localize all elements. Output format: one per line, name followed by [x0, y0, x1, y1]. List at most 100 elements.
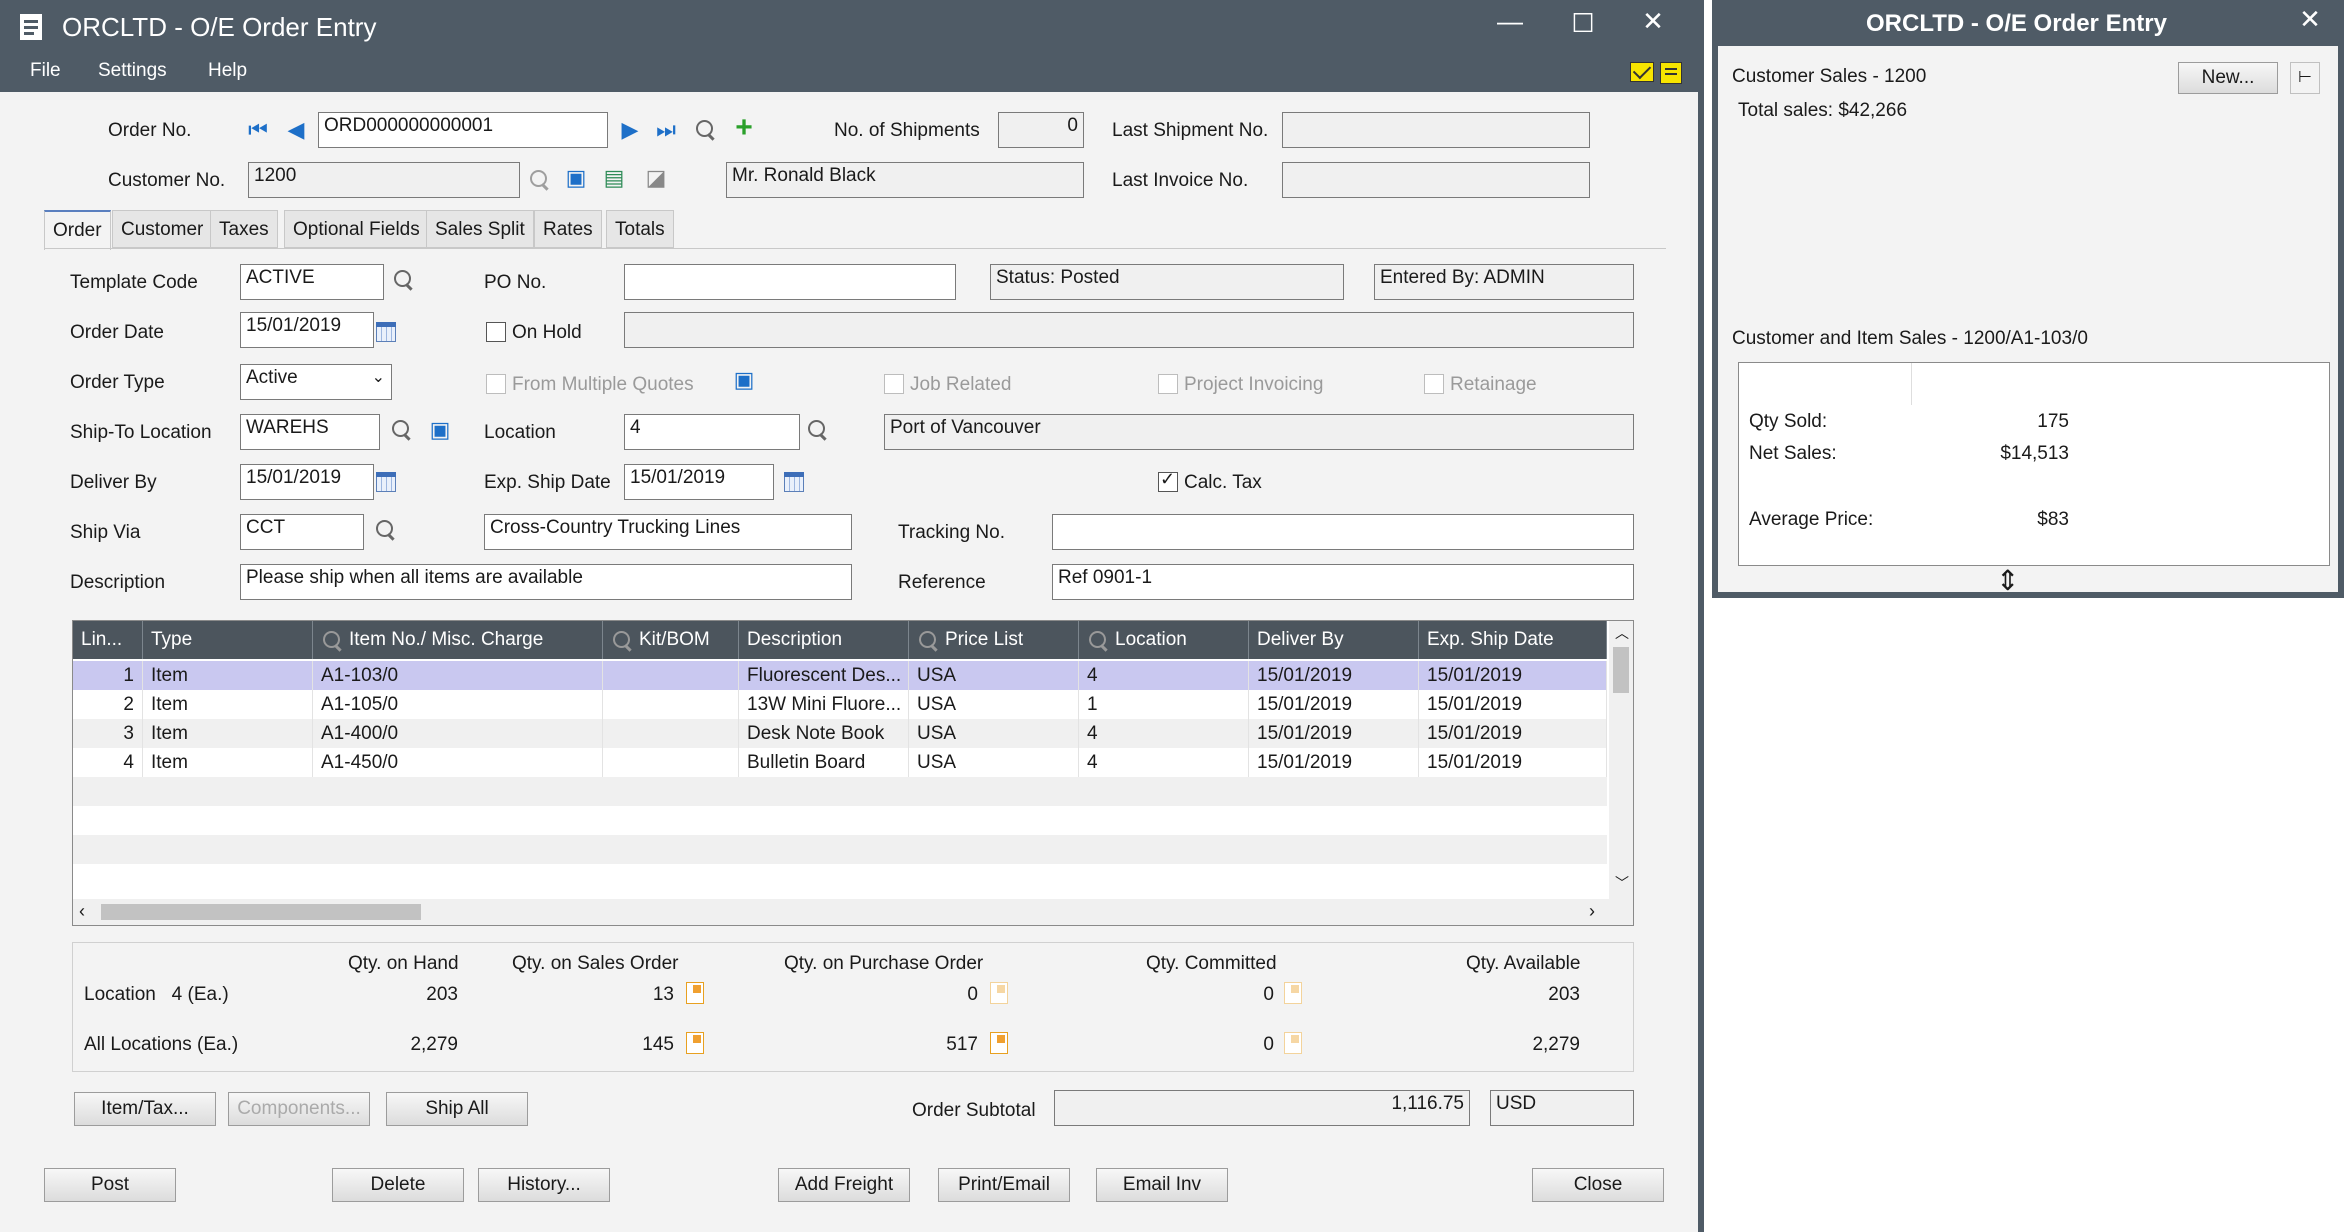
- order-date-input[interactable]: 15/01/2019: [240, 312, 374, 348]
- ship-via-search-icon[interactable]: [374, 518, 398, 542]
- order-finder-search-icon[interactable]: [694, 118, 718, 142]
- item-search-icon[interactable]: [321, 629, 345, 653]
- ship-via-input[interactable]: CCT: [240, 514, 364, 550]
- ship-all-button[interactable]: Ship All: [386, 1092, 528, 1126]
- menu-settings[interactable]: Settings: [98, 60, 167, 82]
- ship-to-search-icon[interactable]: [390, 418, 414, 442]
- new-order-plus-icon[interactable]: +: [732, 113, 756, 143]
- tab-order[interactable]: Order: [44, 210, 111, 250]
- close-button[interactable]: Close: [1532, 1168, 1664, 1202]
- menu-help[interactable]: Help: [208, 60, 247, 82]
- table-row[interactable]: 2 Item A1-105/0 13W Mini Fluore... USA 1…: [73, 690, 1607, 719]
- retainage-checkbox[interactable]: [1424, 374, 1444, 394]
- tab-sales-split[interactable]: Sales Split: [426, 210, 534, 248]
- order-date-calendar-icon[interactable]: [376, 322, 396, 342]
- side-close-icon[interactable]: ✕: [2290, 4, 2330, 35]
- delete-button[interactable]: Delete: [332, 1168, 464, 1202]
- column-header-location[interactable]: Location: [1079, 621, 1249, 659]
- ship-via-description-field[interactable]: Cross-Country Trucking Lines: [484, 514, 852, 550]
- scroll-right-icon[interactable]: ›: [1589, 901, 1595, 922]
- table-row[interactable]: 4 Item A1-450/0 Bulletin Board USA 4 15/…: [73, 748, 1607, 777]
- calc-tax-checkbox[interactable]: ✓: [1158, 469, 1178, 492]
- close-icon[interactable]: ✕: [1633, 6, 1673, 37]
- tab-customer[interactable]: Customer: [112, 210, 213, 248]
- description-input[interactable]: Please ship when all items are available: [240, 564, 852, 600]
- minimize-icon[interactable]: —: [1490, 6, 1530, 37]
- horizontal-scrollbar[interactable]: ‹ ›: [73, 899, 1633, 925]
- tab-rates[interactable]: Rates: [534, 210, 602, 248]
- exp-ship-input[interactable]: 15/01/2019: [624, 464, 774, 500]
- column-header-line[interactable]: Lin...: [73, 621, 143, 659]
- scroll-up-icon[interactable]: ︿: [1615, 623, 1629, 643]
- detail-grid[interactable]: Lin... Type Item No./ Misc. Charge Kit/B…: [72, 620, 1634, 926]
- print-email-button[interactable]: Print/Email: [938, 1168, 1070, 1202]
- vertical-scroll-thumb[interactable]: [1613, 647, 1629, 693]
- tab-optional-fields[interactable]: Optional Fields: [284, 210, 429, 248]
- column-header-item[interactable]: Item No./ Misc. Charge: [313, 621, 603, 659]
- menu-file[interactable]: File: [30, 60, 61, 82]
- ship-to-input[interactable]: WAREHS: [240, 414, 380, 450]
- customer-no-input[interactable]: 1200: [248, 162, 520, 198]
- template-search-icon[interactable]: [392, 268, 416, 292]
- first-record-icon[interactable]: ⏮: [246, 118, 270, 142]
- all-purchase-order-note-icon[interactable]: [990, 1032, 1008, 1054]
- customer-book-icon[interactable]: ▤: [602, 166, 626, 190]
- mail-icon[interactable]: [1630, 60, 1654, 82]
- add-freight-button[interactable]: Add Freight: [778, 1168, 910, 1202]
- pin-icon[interactable]: ⊢: [2290, 62, 2320, 94]
- post-button[interactable]: Post: [44, 1168, 176, 1202]
- job-related-checkbox[interactable]: [884, 374, 904, 394]
- history-button[interactable]: History...: [478, 1168, 610, 1202]
- deliver-by-calendar-icon[interactable]: [376, 472, 396, 492]
- committed-note-icon[interactable]: [1284, 982, 1302, 1004]
- new-button[interactable]: New...: [2178, 62, 2278, 94]
- template-code-input[interactable]: ACTIVE: [240, 264, 384, 300]
- tab-taxes[interactable]: Taxes: [210, 210, 278, 248]
- table-row[interactable]: 3 Item A1-400/0 Desk Note Book USA 4 15/…: [73, 719, 1607, 748]
- customer-zoom-icon[interactable]: ◪: [644, 166, 668, 190]
- kit-search-icon[interactable]: [611, 629, 635, 653]
- location-input[interactable]: 4: [624, 414, 800, 450]
- column-header-kit-bom[interactable]: Kit/BOM: [603, 621, 739, 659]
- quote-info-icon[interactable]: ▣: [732, 368, 756, 392]
- next-record-icon[interactable]: ▶: [618, 118, 642, 142]
- column-header-type[interactable]: Type: [143, 621, 313, 659]
- deliver-by-input[interactable]: 15/01/2019: [240, 464, 374, 500]
- scroll-down-icon[interactable]: ﹀: [1615, 873, 1629, 893]
- main-titlebar[interactable]: ORCLTD - O/E Order Entry — ☐ ✕: [0, 0, 1698, 56]
- column-header-description[interactable]: Description: [739, 621, 909, 659]
- reference-input[interactable]: Ref 0901-1: [1052, 564, 1634, 600]
- ship-to-info-icon[interactable]: ▣: [428, 418, 452, 442]
- order-no-input[interactable]: ORD000000000001: [318, 112, 608, 148]
- customer-search-icon[interactable]: [528, 168, 552, 192]
- multiple-quotes-checkbox[interactable]: [486, 374, 506, 394]
- side-titlebar[interactable]: ORCLTD - O/E Order Entry ✕: [1718, 0, 2338, 46]
- table-row[interactable]: 1 Item A1-103/0 Fluorescent Des... USA 4…: [73, 661, 1607, 690]
- components-button[interactable]: Components...: [228, 1092, 370, 1126]
- location-col-search-icon[interactable]: [1087, 629, 1111, 653]
- maximize-icon[interactable]: ☐: [1563, 8, 1603, 39]
- all-committed-note-icon[interactable]: [1284, 1032, 1302, 1054]
- previous-record-icon[interactable]: ◀: [284, 118, 308, 142]
- exp-ship-calendar-icon[interactable]: [784, 472, 804, 492]
- on-hold-checkbox[interactable]: [486, 322, 506, 342]
- sales-order-note-icon[interactable]: [686, 982, 704, 1004]
- item-tax-button[interactable]: Item/Tax...: [74, 1092, 216, 1126]
- price-list-search-icon[interactable]: [917, 629, 941, 653]
- last-record-icon[interactable]: ⏭: [654, 118, 678, 142]
- horizontal-scroll-thumb[interactable]: [101, 904, 421, 920]
- order-type-select[interactable]: Active ⌄: [240, 364, 392, 400]
- all-sales-order-note-icon[interactable]: [686, 1032, 704, 1054]
- tab-totals[interactable]: Totals: [606, 210, 674, 248]
- column-header-price-list[interactable]: Price List: [909, 621, 1079, 659]
- vertical-scrollbar[interactable]: ︿ ﹀: [1609, 621, 1633, 899]
- column-header-exp-ship[interactable]: Exp. Ship Date: [1419, 621, 1607, 659]
- customer-info-icon[interactable]: ▣: [564, 166, 588, 190]
- po-no-input[interactable]: [624, 264, 956, 300]
- purchase-order-note-icon[interactable]: [990, 982, 1008, 1004]
- column-header-deliver-by[interactable]: Deliver By: [1249, 621, 1419, 659]
- project-invoicing-checkbox[interactable]: [1158, 374, 1178, 394]
- email-inv-button[interactable]: Email Inv: [1096, 1168, 1228, 1202]
- note-icon[interactable]: [1660, 62, 1682, 84]
- tracking-input[interactable]: [1052, 514, 1634, 550]
